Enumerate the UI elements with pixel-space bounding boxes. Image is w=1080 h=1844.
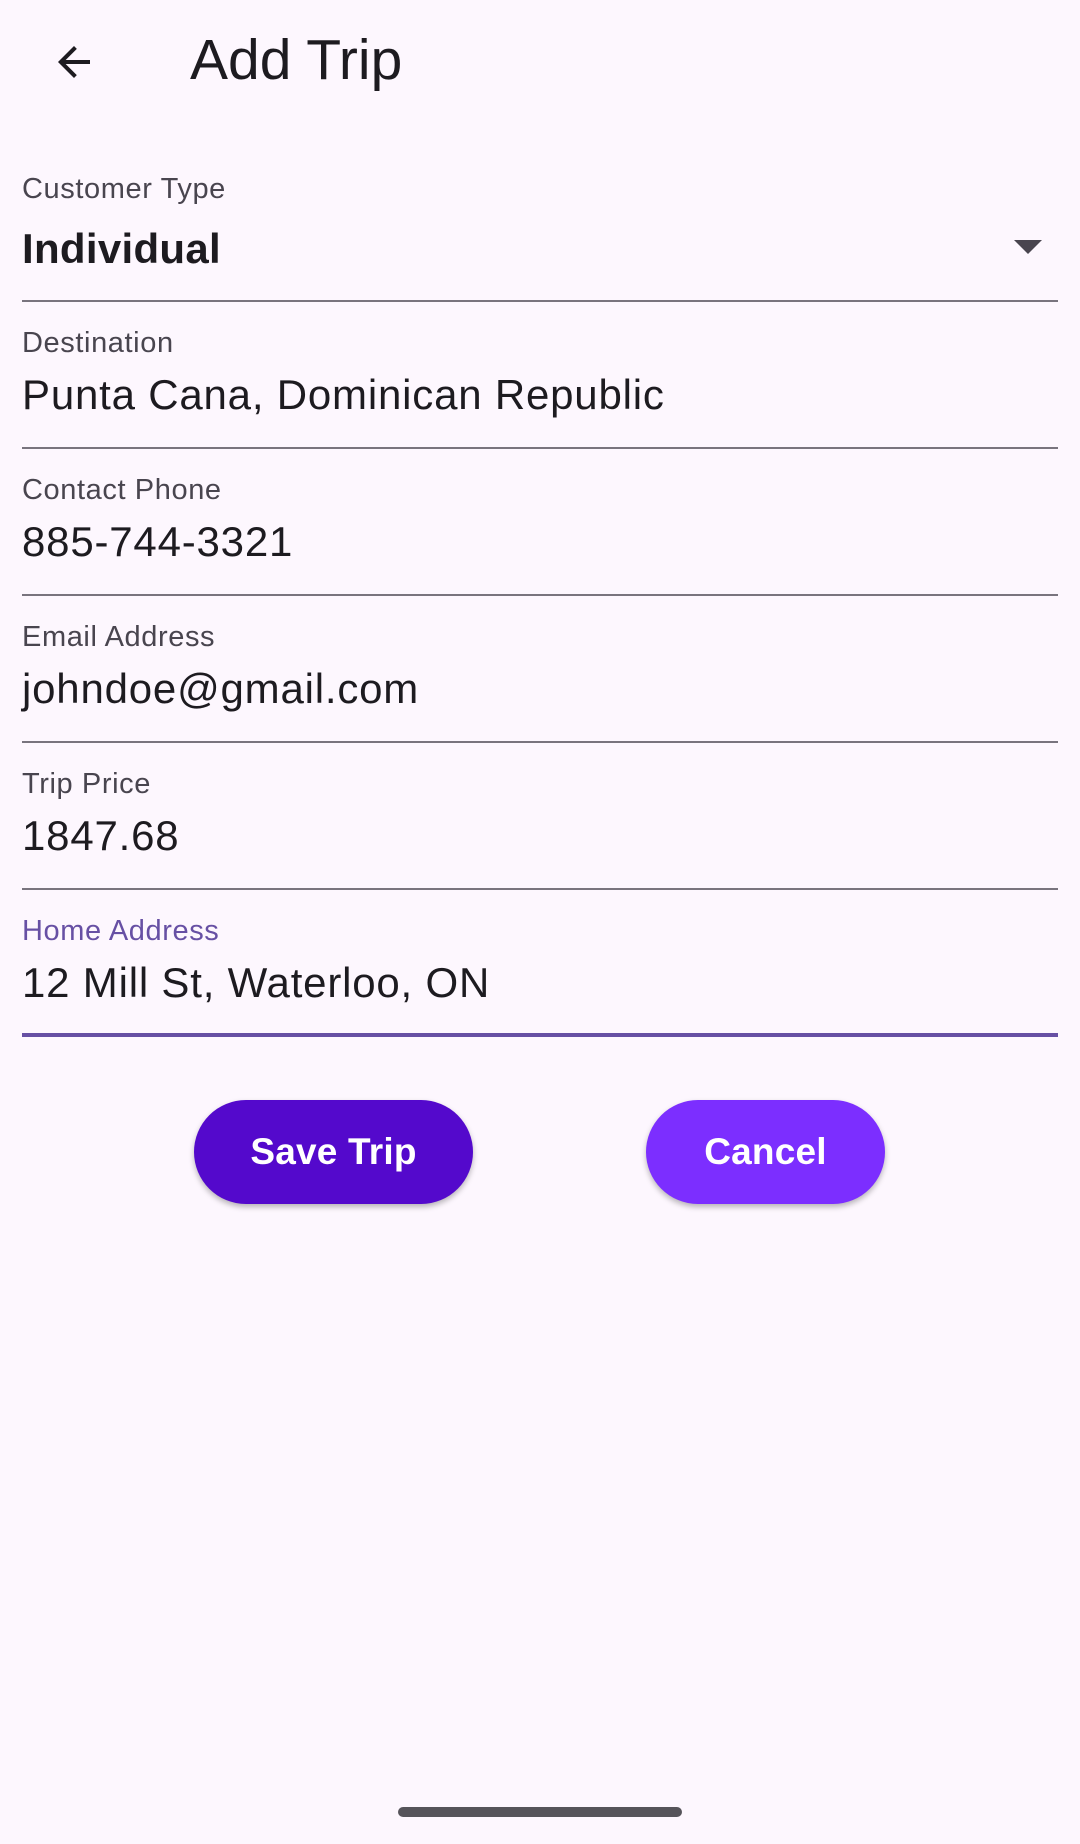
home-address-input[interactable]: 12 Mill St, Waterloo, ON: [22, 958, 1022, 1008]
contact-phone-field[interactable]: Contact Phone 885-744-3321: [22, 449, 1058, 596]
arrow-back-icon: [58, 46, 90, 78]
page-title: Add Trip: [190, 28, 403, 92]
home-address-label: Home Address: [22, 915, 220, 947]
trip-price-field[interactable]: Trip Price 1847.68: [22, 743, 1058, 890]
trip-price-input[interactable]: 1847.68: [22, 811, 1022, 861]
action-buttons: Save Trip Cancel: [0, 1100, 1080, 1206]
home-indicator[interactable]: [398, 1807, 682, 1817]
destination-label: Destination: [22, 327, 174, 359]
back-button[interactable]: [44, 32, 104, 92]
customer-type-dropdown[interactable]: Customer Type Individual: [22, 148, 1058, 302]
trip-form: Customer Type Individual Destination Pun…: [22, 148, 1058, 1037]
app-bar: Add Trip: [0, 0, 1080, 120]
destination-input[interactable]: Punta Cana, Dominican Republic: [22, 370, 1022, 420]
dropdown-arrow-icon[interactable]: [1014, 240, 1042, 256]
trip-price-label: Trip Price: [22, 768, 151, 800]
customer-type-value[interactable]: Individual: [22, 224, 1022, 274]
cancel-button[interactable]: Cancel: [646, 1100, 885, 1204]
save-trip-button[interactable]: Save Trip: [194, 1100, 473, 1204]
email-address-field[interactable]: Email Address johndoe@gmail.com: [22, 596, 1058, 743]
destination-field[interactable]: Destination Punta Cana, Dominican Republ…: [22, 302, 1058, 449]
email-address-input[interactable]: johndoe@gmail.com: [22, 664, 1022, 714]
home-address-field[interactable]: Home Address 12 Mill St, Waterloo, ON: [22, 890, 1058, 1037]
contact-phone-input[interactable]: 885-744-3321: [22, 517, 1022, 567]
customer-type-label: Customer Type: [22, 173, 226, 205]
contact-phone-label: Contact Phone: [22, 474, 222, 506]
email-address-label: Email Address: [22, 621, 216, 653]
